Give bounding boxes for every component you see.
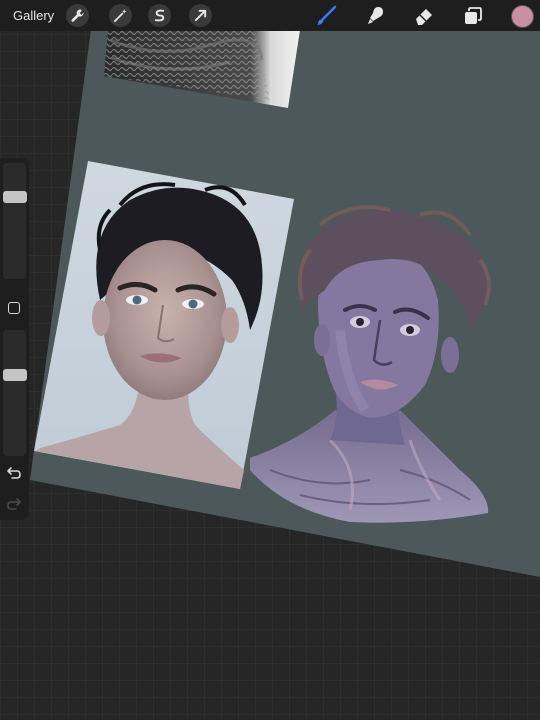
undo-button[interactable]	[6, 466, 22, 485]
smudge-tool-button[interactable]	[362, 3, 388, 29]
undo-icon	[7, 467, 21, 479]
magic-wand-icon	[113, 8, 127, 23]
brush-opacity-slider[interactable]	[3, 330, 27, 456]
brush-opacity-thumb[interactable]	[3, 369, 27, 381]
smudge-icon	[368, 7, 383, 24]
redo-icon	[7, 498, 21, 510]
wrench-icon	[71, 9, 84, 22]
actions-button[interactable]	[66, 4, 89, 27]
top-toolbar: Gallery	[0, 0, 540, 31]
adjustments-button[interactable]	[109, 4, 132, 27]
brush-icon	[317, 5, 337, 25]
modify-button[interactable]	[8, 302, 20, 314]
brush-size-slider[interactable]	[3, 163, 27, 279]
gallery-button[interactable]: Gallery	[13, 0, 54, 31]
canvas[interactable]	[0, 0, 540, 720]
eraser-icon	[416, 9, 432, 25]
current-color-swatch	[510, 4, 534, 28]
arrow-cursor-icon	[194, 9, 207, 22]
selection-icon	[154, 9, 165, 22]
layers-button[interactable]	[460, 3, 486, 29]
eraser-tool-button[interactable]	[411, 3, 437, 29]
color-picker-button[interactable]	[509, 3, 535, 29]
layers-icon	[465, 7, 482, 24]
redo-button[interactable]	[6, 497, 22, 516]
selection-button[interactable]	[148, 4, 171, 27]
transform-button[interactable]	[189, 4, 212, 27]
brush-tool-button[interactable]	[313, 3, 339, 29]
sidebar	[0, 158, 29, 520]
brush-size-thumb[interactable]	[3, 191, 27, 203]
